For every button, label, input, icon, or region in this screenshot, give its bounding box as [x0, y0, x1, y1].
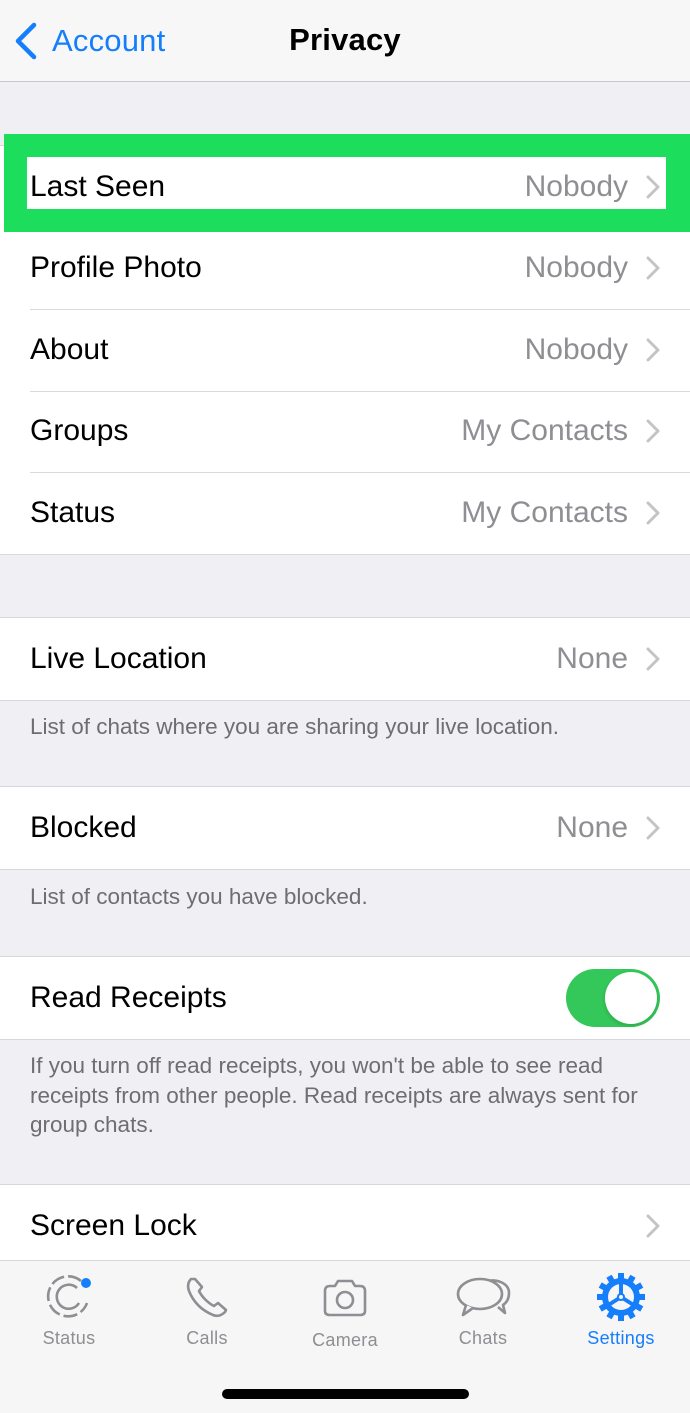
camera-icon — [323, 1279, 367, 1317]
row-label: Screen Lock — [30, 1208, 197, 1242]
screen-lock-group: Screen Lock — [0, 1184, 690, 1267]
toggle-knob — [605, 971, 657, 1024]
row-about[interactable]: About Nobody — [0, 309, 690, 391]
row-value: Nobody — [524, 169, 628, 203]
tab-camera[interactable]: Camera — [276, 1261, 414, 1356]
read-receipts-toggle[interactable] — [566, 968, 660, 1027]
chevron-right-icon — [646, 1214, 660, 1238]
row-label: Groups — [30, 414, 129, 448]
row-value: Nobody — [524, 251, 628, 285]
page-title: Privacy — [289, 22, 401, 57]
row-blocked[interactable]: Blocked None — [0, 787, 690, 869]
phone-icon — [186, 1277, 228, 1318]
chat-bubbles-icon — [456, 1277, 511, 1317]
row-last-seen[interactable]: Last Seen Nobody — [0, 146, 690, 228]
read-receipts-footer: If you turn off read receipts, you won't… — [30, 1053, 638, 1137]
tab-status[interactable]: Status — [0, 1261, 138, 1356]
live-location-group: Live Location None — [0, 617, 690, 701]
chevron-right-icon — [646, 256, 660, 280]
blocked-footer: List of contacts you have blocked. — [30, 884, 368, 909]
row-label: Live Location — [30, 641, 207, 675]
live-location-footer: List of chats where you are sharing your… — [30, 714, 560, 739]
row-groups[interactable]: Groups My Contacts — [0, 390, 690, 473]
tab-calls[interactable]: Calls — [138, 1261, 276, 1356]
tab-label: Calls — [186, 1328, 228, 1348]
row-live-location[interactable]: Live Location None — [0, 618, 690, 700]
chevron-right-icon — [646, 501, 660, 525]
chevron-right-icon — [646, 175, 660, 199]
chevron-right-icon — [646, 647, 660, 671]
tab-label: Chats — [458, 1328, 508, 1348]
row-label: About — [30, 332, 109, 366]
tab-label: Settings — [587, 1328, 655, 1348]
tab-label: Status — [42, 1328, 96, 1348]
navigation-bar: Account Privacy — [0, 0, 690, 82]
visibility-settings-group: Last Seen Nobody Profile Photo Nobody Ab… — [0, 145, 690, 555]
row-label: Last Seen — [30, 169, 166, 203]
row-label: Profile Photo — [30, 251, 202, 285]
gear-icon — [597, 1273, 645, 1321]
tab-bar: Status Calls Camera Chats Settings — [0, 1260, 690, 1413]
row-label: Blocked — [30, 810, 137, 844]
chevron-right-icon — [646, 419, 660, 443]
status-badge — [81, 1278, 91, 1288]
status-icon — [46, 1275, 91, 1318]
tab-chats[interactable]: Chats — [414, 1261, 552, 1356]
chevron-right-icon — [646, 816, 660, 840]
row-label: Read Receipts — [30, 980, 227, 1014]
row-value: My Contacts — [461, 495, 628, 529]
row-label: Status — [30, 495, 116, 529]
read-receipts-group: Read Receipts — [0, 956, 690, 1040]
row-value: My Contacts — [461, 414, 628, 448]
tab-settings[interactable]: Settings — [552, 1261, 690, 1356]
row-profile-photo[interactable]: Profile Photo Nobody — [0, 227, 690, 310]
blocked-group: Blocked None — [0, 786, 690, 870]
row-status[interactable]: Status My Contacts — [0, 472, 690, 554]
row-read-receipts: Read Receipts — [0, 957, 690, 1039]
row-value: None — [556, 810, 628, 844]
home-indicator[interactable] — [222, 1389, 469, 1399]
row-value: Nobody — [524, 332, 628, 366]
tab-label: Camera — [312, 1330, 378, 1350]
row-screen-lock[interactable]: Screen Lock — [0, 1185, 690, 1267]
chevron-right-icon — [646, 338, 660, 362]
row-value: None — [556, 641, 628, 675]
